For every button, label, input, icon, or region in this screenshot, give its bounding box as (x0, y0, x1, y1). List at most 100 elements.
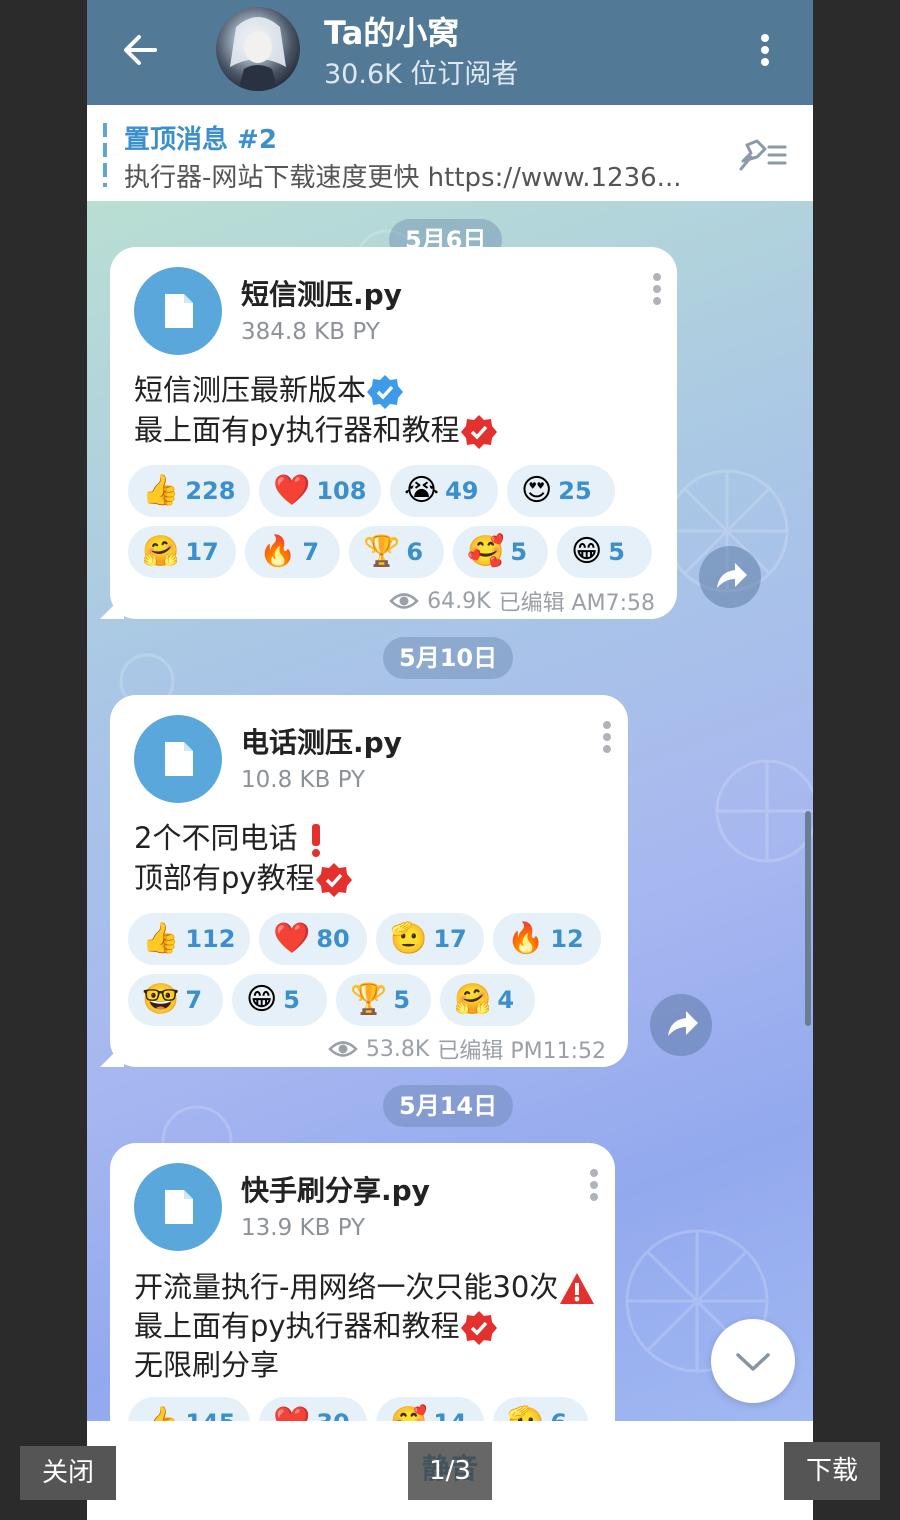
pin-list-icon (739, 139, 787, 171)
reaction-count: 49 (445, 477, 479, 505)
view-count: 64.9K (427, 588, 491, 614)
reaction-emoji: 😁 (571, 534, 603, 569)
reaction-count: 5 (510, 538, 528, 566)
back-button[interactable] (117, 28, 167, 72)
share-arrow-icon (717, 563, 747, 588)
reaction-chip[interactable]: 😁 5 (232, 974, 327, 1026)
avatar-image-icon (230, 17, 286, 91)
share-arrow-icon (668, 1011, 698, 1036)
scrollbar-thumb[interactable] (805, 811, 811, 1026)
reaction-count: 6 (406, 538, 424, 566)
reaction-chip[interactable]: 🤗 4 (440, 974, 535, 1026)
reaction-chip[interactable]: 😭 49 (390, 465, 498, 517)
reaction-emoji: 🤓 (142, 982, 180, 1017)
reaction-count: 17 (433, 925, 467, 953)
reaction-chip[interactable]: 🔥 12 (493, 913, 601, 965)
message-menu-button[interactable] (597, 717, 617, 757)
reaction-chip[interactable]: ❤️ 30 (259, 1397, 367, 1421)
channel-avatar[interactable] (216, 7, 300, 91)
reaction-count: 30 (316, 1409, 349, 1421)
reaction-chip[interactable]: 🫡 17 (376, 913, 484, 965)
more-menu-button[interactable] (747, 28, 783, 72)
file-size: 384.8 KB PY (241, 319, 380, 345)
message-bubble[interactable]: 电话测压.py 10.8 KB PY 2个不同电话 顶部有py教程 👍 112 ❤… (100, 695, 628, 1067)
close-button[interactable]: 关闭 (20, 1446, 116, 1500)
scroll-to-bottom-button[interactable] (711, 1319, 795, 1403)
forward-button[interactable] (699, 546, 761, 608)
chat-area[interactable]: 5月6日 短信测压.py 384.8 KB PY 短信测压最新版本 最上面有py… (87, 201, 813, 1421)
pinned-list-button[interactable] (737, 135, 789, 175)
eye-icon (328, 1041, 358, 1057)
reaction-emoji: 🏆 (350, 982, 388, 1017)
reaction-chip[interactable]: 🤗 17 (128, 526, 236, 578)
message-bubble[interactable]: 短信测压.py 384.8 KB PY 短信测压最新版本 最上面有py执行器和教… (100, 247, 677, 619)
pinned-message-bar[interactable]: 置顶消息 #2 执行器-网站下载速度更快 https://www.1236... (87, 105, 813, 201)
file-icon (165, 742, 193, 776)
message-line: 无限刷分享 (134, 1348, 280, 1382)
message-meta: 53.8K 已编辑 PM11:52 (328, 1033, 606, 1065)
reaction-emoji: 🥰 (390, 1408, 427, 1422)
warning-icon (560, 1273, 595, 1304)
reaction-emoji: ❤️ (273, 473, 311, 508)
reaction-count: 14 (433, 1409, 466, 1421)
file-icon (165, 294, 193, 328)
telegram-channel-screen: Ta的小窝 30.6K 位订阅者 置顶消息 #2 执行器-网站下载速度更快 ht… (87, 0, 813, 1520)
file-name[interactable]: 短信测压.py (241, 273, 402, 313)
forward-button[interactable] (650, 994, 712, 1056)
reaction-emoji: 🫡 (390, 921, 428, 956)
download-button[interactable]: 下载 (784, 1442, 880, 1500)
message-menu-button[interactable] (584, 1165, 604, 1205)
message-line: 短信测压最新版本 (134, 373, 367, 407)
reaction-chip[interactable]: 🤓 7 (128, 974, 223, 1026)
file-name[interactable]: 快手刷分享.py (241, 1169, 430, 1209)
reaction-count: 7 (302, 538, 320, 566)
message-text: 2个不同电话 顶部有py教程 (134, 819, 353, 899)
vertical-dots-icon (590, 1169, 598, 1201)
reaction-emoji: 👍 (142, 1408, 179, 1422)
reaction-chip[interactable]: 👍 145 (128, 1397, 250, 1421)
channel-header: Ta的小窝 30.6K 位订阅者 (87, 0, 813, 105)
reaction-chip[interactable]: 🔥 7 (245, 526, 340, 578)
eye-icon (389, 593, 419, 609)
reaction-emoji: 👍 (142, 921, 180, 956)
vertical-dots-icon (761, 34, 769, 66)
reaction-chip[interactable]: 🏆 5 (336, 974, 431, 1026)
reaction-chip[interactable]: ❤️ 80 (259, 913, 367, 965)
reaction-chip[interactable]: 🫡6 (493, 1397, 588, 1421)
message-menu-button[interactable] (647, 269, 667, 309)
reaction-chip[interactable]: 😍 25 (507, 465, 615, 517)
date-separator: 5月14日 (383, 1085, 514, 1127)
vertical-dots-icon (603, 721, 611, 753)
reaction-count: 145 (185, 1409, 235, 1421)
reaction-chip[interactable]: 👍 228 (128, 465, 250, 517)
file-size: 13.9 KB PY (241, 1215, 366, 1241)
edited-time: 已编辑 AM7:58 (498, 591, 655, 616)
file-download-button[interactable] (134, 267, 222, 355)
view-count: 53.8K (365, 1036, 430, 1062)
reaction-chip[interactable]: 🥰 5 (453, 526, 548, 578)
vertical-dots-icon (653, 273, 661, 305)
reaction-emoji: 😍 (521, 473, 553, 508)
reaction-chip[interactable]: 🏆 6 (349, 526, 444, 578)
edited-time: 已编辑 PM11:52 (437, 1039, 606, 1064)
reaction-emoji: 🔥 (507, 921, 545, 956)
reaction-chip[interactable]: 🥰 14 (376, 1397, 484, 1421)
channel-title[interactable]: Ta的小窝 (324, 8, 459, 54)
reaction-count: 7 (185, 986, 203, 1014)
message-line: 最上面有py执行器和教程 (134, 413, 460, 447)
reaction-emoji: 👍 (142, 473, 180, 508)
reaction-count: 17 (185, 538, 219, 566)
reaction-count: 6 (550, 1409, 567, 1421)
reaction-chip[interactable]: 👍 112 (128, 913, 250, 965)
reaction-chip[interactable]: 😁 5 (557, 526, 652, 578)
reaction-count: 4 (497, 986, 515, 1014)
reaction-count: 12 (550, 925, 584, 953)
verified-red-badge-icon (460, 1311, 497, 1345)
file-download-button[interactable] (134, 1163, 222, 1251)
verified-red-badge-icon (315, 863, 352, 897)
reaction-count: 5 (283, 986, 300, 1014)
message-bubble[interactable]: 快手刷分享.py 13.9 KB PY 开流量执行-用网络一次只能30次 最上面… (110, 1143, 615, 1421)
file-download-button[interactable] (134, 715, 222, 803)
file-name[interactable]: 电话测压.py (241, 721, 402, 761)
reaction-chip[interactable]: ❤️ 108 (259, 465, 381, 517)
